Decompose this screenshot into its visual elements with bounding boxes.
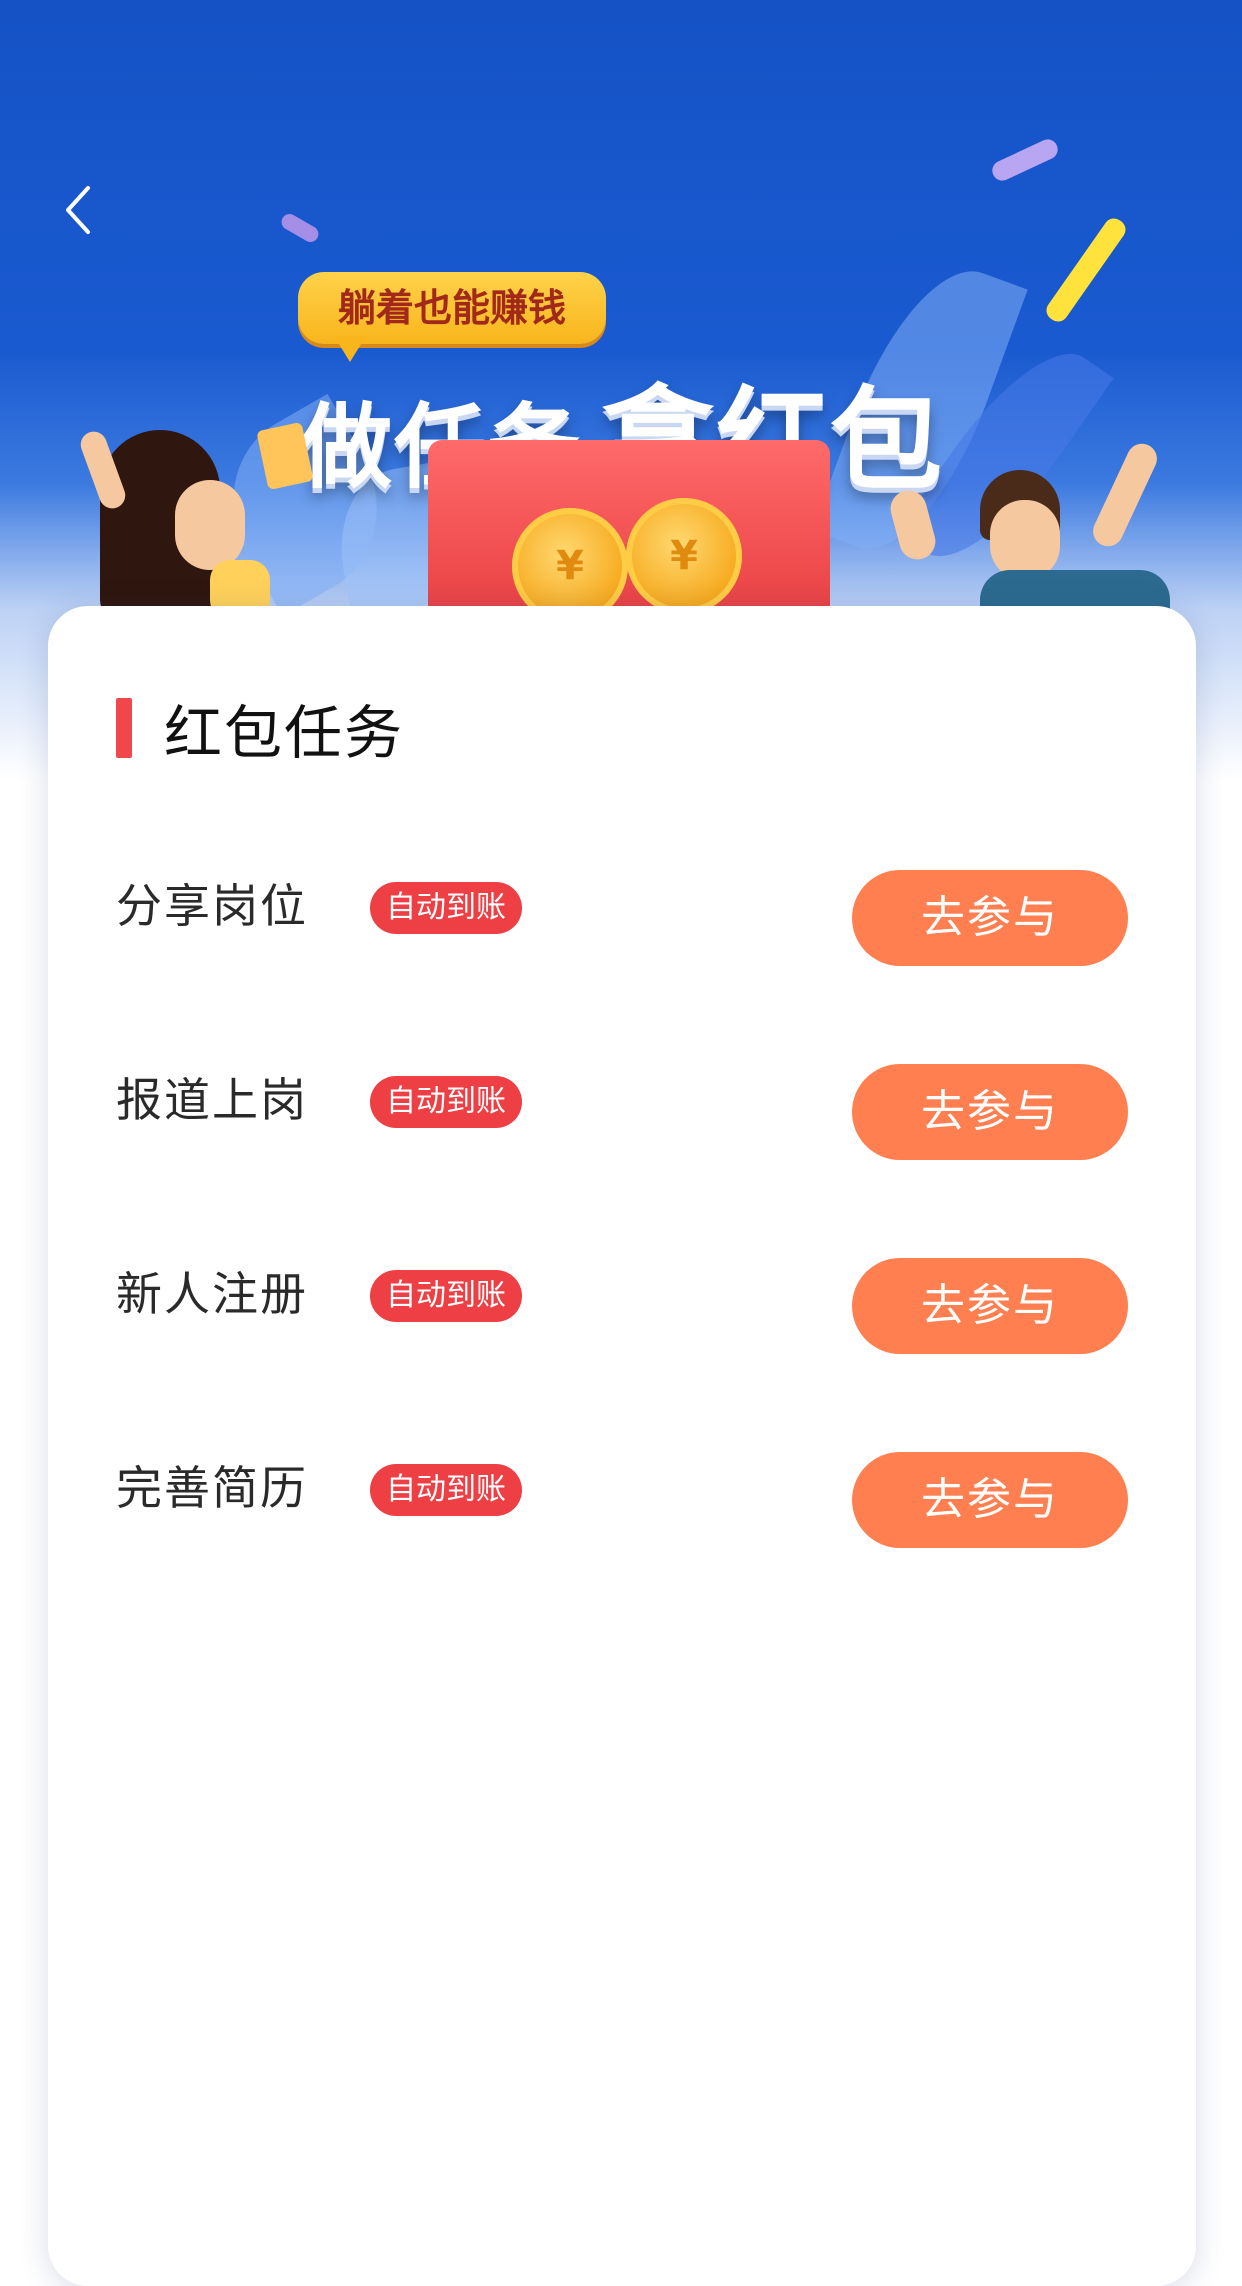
ribbon-decoration (1042, 214, 1130, 326)
auto-credit-badge: 自动到账 (370, 1076, 522, 1128)
auto-credit-badge: 自动到账 (370, 1270, 522, 1322)
task-row-report-duty: 报道上岗 自动到账 去参与 (116, 1064, 1128, 1160)
slogan-bubble: 躺着也能赚钱 (298, 272, 606, 344)
auto-credit-badge: 自动到账 (370, 882, 522, 934)
task-card: 红包任务 分享岗位 自动到账 去参与 报道上岗 自动到账 去参与 新人注册 自动… (48, 606, 1196, 2286)
participate-button[interactable]: 去参与 (852, 1064, 1128, 1160)
section-header: 红包任务 (116, 698, 404, 767)
task-name: 完善简历 (116, 1461, 308, 1515)
task-row-new-register: 新人注册 自动到账 去参与 (116, 1258, 1128, 1354)
back-button[interactable] (50, 180, 110, 240)
ribbon-decoration (278, 211, 322, 245)
coin-icon: ¥ (626, 498, 742, 614)
task-row-share-job: 分享岗位 自动到账 去参与 (116, 870, 1128, 966)
task-name: 分享岗位 (116, 879, 308, 933)
auto-credit-badge: 自动到账 (370, 1464, 522, 1516)
section-title: 红包任务 (164, 699, 405, 767)
task-name: 报道上岗 (116, 1073, 308, 1127)
task-row-complete-resume: 完善简历 自动到账 去参与 (116, 1452, 1128, 1548)
task-name: 新人注册 (116, 1267, 308, 1321)
participate-button[interactable]: 去参与 (852, 1258, 1128, 1354)
participate-button[interactable]: 去参与 (852, 870, 1128, 966)
chevron-left-icon (66, 186, 90, 234)
ribbon-decoration (989, 136, 1061, 184)
title-accent-bar (116, 698, 132, 758)
participate-button[interactable]: 去参与 (852, 1452, 1128, 1548)
girl-illustration (90, 420, 280, 620)
